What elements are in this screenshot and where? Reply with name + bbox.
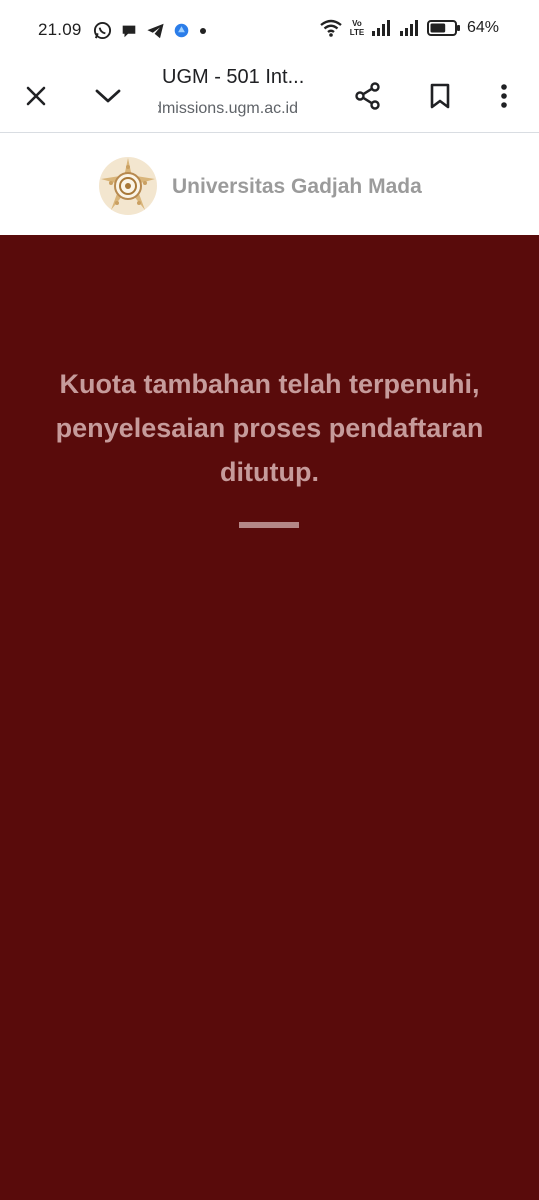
- ugm-logo[interactable]: [97, 155, 159, 217]
- close-icon: [26, 86, 46, 106]
- status-bar: 21.09 Vo LTE 64%: [0, 0, 539, 62]
- dot-icon: [200, 27, 206, 34]
- more-vert-icon: [501, 84, 507, 108]
- share-button[interactable]: [346, 74, 390, 118]
- telegram-icon: [147, 23, 164, 38]
- wifi-icon: [320, 19, 342, 37]
- brand-name[interactable]: Universitas Gadjah Mada: [172, 175, 422, 199]
- site-header: Universitas Gadjah Mada: [0, 133, 539, 235]
- battery-percent: 64%: [466, 19, 499, 36]
- divider: [239, 522, 299, 528]
- message-panel: Kuota tambahan telah terpenuhi, penyeles…: [0, 235, 539, 1200]
- signal-icon: [371, 20, 390, 36]
- whatsapp-icon: [93, 21, 112, 40]
- battery-icon: [426, 20, 460, 36]
- notification-icons: [93, 21, 208, 40]
- chat-bubble-icon: [122, 25, 136, 37]
- more-button[interactable]: [482, 74, 526, 118]
- tab-title: UGM - 501 Int...: [162, 66, 305, 88]
- bookmark-icon: [430, 83, 450, 109]
- expand-button[interactable]: [86, 74, 130, 118]
- app-icon: [174, 23, 189, 38]
- tab-url[interactable]: admissions.ugm.ac.id: [158, 100, 298, 118]
- signal-icon-2: [399, 20, 418, 36]
- closed-message: Kuota tambahan telah terpenuhi, penyeles…: [55, 369, 484, 487]
- status-right: Vo LTE 64%: [319, 18, 499, 38]
- status-time: 21.09: [38, 20, 82, 39]
- share-icon: [355, 82, 380, 110]
- volte-label: Vo LTE: [349, 19, 365, 37]
- browser-toolbar: UGM - 501 Int... admissions.ugm.ac.id: [0, 62, 539, 133]
- chevron-down-icon: [95, 89, 121, 103]
- bookmark-button[interactable]: [418, 74, 462, 118]
- close-button[interactable]: [14, 74, 58, 118]
